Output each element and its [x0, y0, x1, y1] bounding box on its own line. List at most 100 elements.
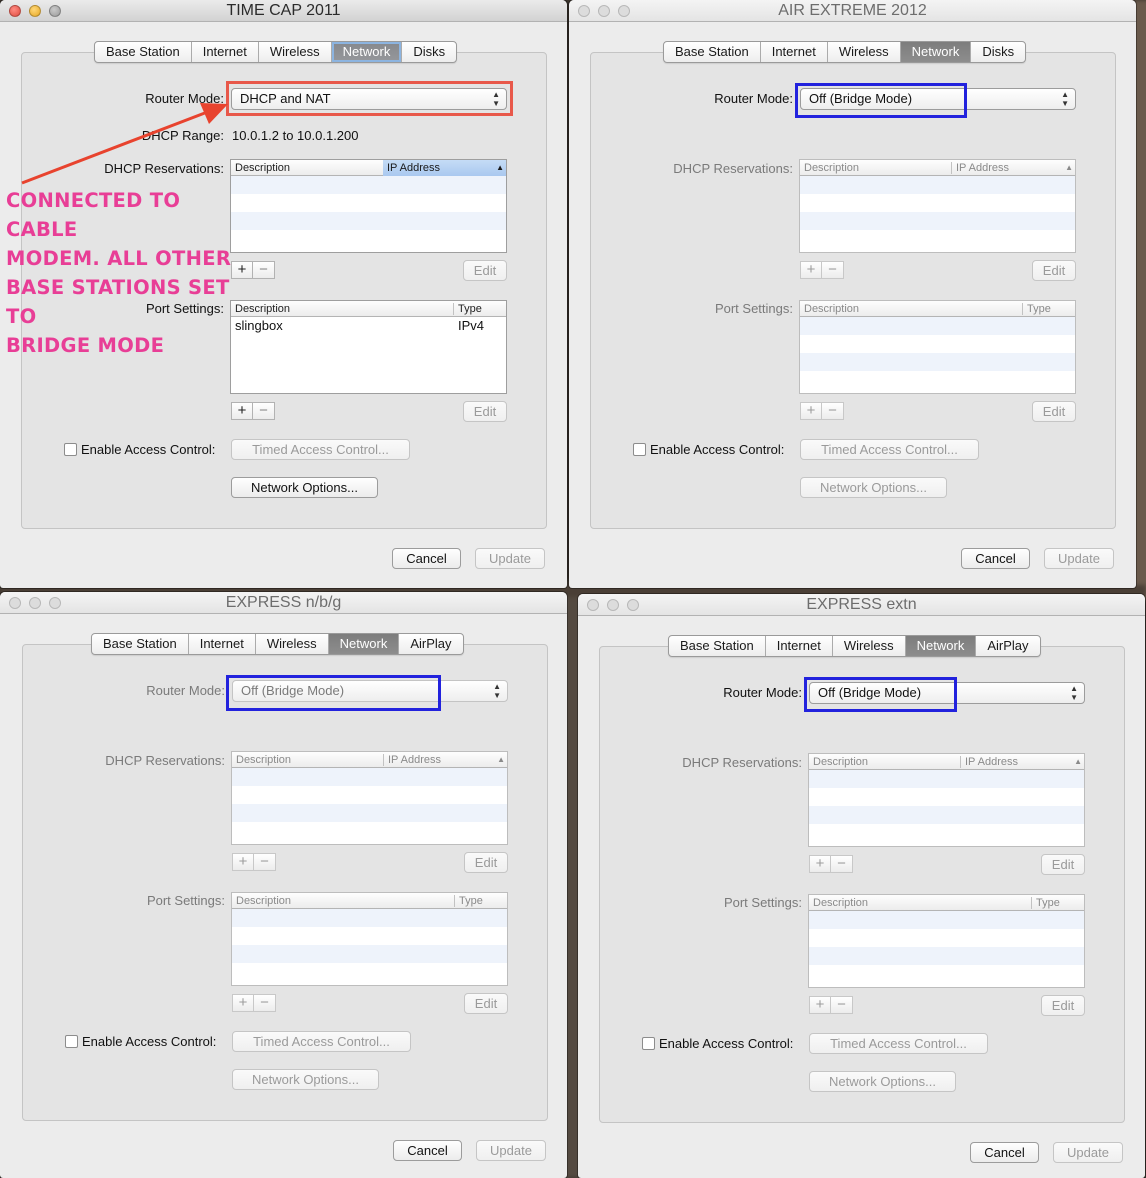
title-bar[interactable]: EXPRESS extn: [578, 594, 1145, 616]
cancel-button[interactable]: Cancel: [961, 548, 1030, 569]
title-bar[interactable]: AIR EXTREME 2012: [569, 0, 1136, 22]
add-button[interactable]: +: [809, 996, 831, 1014]
router-mode-select[interactable]: Off (Bridge Mode) ▲ ▼: [809, 682, 1085, 704]
add-button[interactable]: +: [231, 402, 253, 420]
dhcp-edit-button[interactable]: Edit: [464, 852, 508, 873]
minimize-window-icon[interactable]: [598, 5, 610, 17]
add-button[interactable]: +: [232, 853, 254, 871]
column-header-type[interactable]: Type: [455, 893, 483, 909]
update-button[interactable]: Update: [1053, 1142, 1123, 1163]
add-button[interactable]: +: [232, 994, 254, 1012]
dhcp-reservations-table[interactable]: Description IP Address ▲: [231, 751, 508, 845]
router-mode-select[interactable]: DHCP and NAT ▲ ▼: [231, 88, 507, 110]
close-window-icon[interactable]: [9, 597, 21, 609]
remove-button[interactable]: −: [253, 261, 275, 279]
minimize-window-icon[interactable]: [29, 597, 41, 609]
column-header-description[interactable]: Description: [809, 895, 868, 911]
zoom-window-icon[interactable]: [627, 599, 639, 611]
column-header-description[interactable]: Description: [232, 893, 291, 909]
column-header-ip-address[interactable]: IP Address ▲: [384, 752, 507, 768]
port-edit-button[interactable]: Edit: [464, 993, 508, 1014]
network-options-button[interactable]: Network Options...: [800, 477, 947, 498]
close-window-icon[interactable]: [9, 5, 21, 17]
port-edit-button[interactable]: Edit: [463, 401, 507, 422]
update-button[interactable]: Update: [1044, 548, 1114, 569]
enable-access-control-checkbox[interactable]: [65, 1035, 78, 1048]
tab-network[interactable]: Network: [900, 42, 972, 62]
remove-button[interactable]: −: [822, 261, 844, 279]
update-button[interactable]: Update: [476, 1140, 546, 1161]
network-options-button[interactable]: Network Options...: [232, 1069, 379, 1090]
tab-base-station[interactable]: Base Station: [664, 42, 761, 62]
port-settings-table[interactable]: Description Type: [808, 894, 1085, 988]
tab-network[interactable]: Network: [905, 636, 977, 656]
remove-button[interactable]: −: [254, 853, 276, 871]
column-header-description[interactable]: Description: [809, 754, 868, 770]
dhcp-reservations-table[interactable]: Description IP Address ▲: [230, 159, 507, 253]
port-settings-table[interactable]: Description Type: [231, 892, 508, 986]
cancel-button[interactable]: Cancel: [970, 1142, 1039, 1163]
add-button[interactable]: +: [800, 261, 822, 279]
remove-button[interactable]: −: [831, 855, 853, 873]
port-settings-table[interactable]: Description Type slingbox IPv4: [230, 300, 507, 394]
remove-button[interactable]: −: [831, 996, 853, 1014]
tab-disks[interactable]: Disks: [971, 42, 1025, 62]
dhcp-edit-button[interactable]: Edit: [463, 260, 507, 281]
column-header-ip-address[interactable]: IP Address ▲: [383, 160, 506, 176]
tab-airplay[interactable]: AirPlay: [976, 636, 1039, 656]
router-mode-select[interactable]: Off (Bridge Mode) ▲ ▼: [232, 680, 508, 702]
column-header-type[interactable]: Type: [1023, 301, 1051, 317]
network-options-button[interactable]: Network Options...: [231, 477, 378, 498]
column-header-description[interactable]: Description: [231, 160, 381, 176]
table-row[interactable]: slingbox IPv4: [231, 317, 506, 335]
port-edit-button[interactable]: Edit: [1032, 401, 1076, 422]
tab-internet[interactable]: Internet: [192, 42, 259, 62]
zoom-window-icon[interactable]: [49, 5, 61, 17]
enable-access-control-checkbox[interactable]: [633, 443, 646, 456]
timed-access-control-button[interactable]: Timed Access Control...: [231, 439, 410, 460]
tab-airplay[interactable]: AirPlay: [399, 634, 462, 654]
close-window-icon[interactable]: [587, 599, 599, 611]
cancel-button[interactable]: Cancel: [392, 548, 461, 569]
enable-access-control-checkbox[interactable]: [64, 443, 77, 456]
remove-button[interactable]: −: [253, 402, 275, 420]
column-header-type[interactable]: Type: [454, 301, 482, 317]
remove-button[interactable]: −: [254, 994, 276, 1012]
timed-access-control-button[interactable]: Timed Access Control...: [232, 1031, 411, 1052]
dhcp-edit-button[interactable]: Edit: [1032, 260, 1076, 281]
dhcp-reservations-table[interactable]: Description IP Address ▲: [799, 159, 1076, 253]
column-header-description[interactable]: Description: [231, 301, 290, 317]
column-header-description[interactable]: Description: [232, 752, 291, 768]
close-window-icon[interactable]: [578, 5, 590, 17]
tab-base-station[interactable]: Base Station: [92, 634, 189, 654]
title-bar[interactable]: TIME CAP 2011: [0, 0, 567, 22]
zoom-window-icon[interactable]: [49, 597, 61, 609]
port-settings-table[interactable]: Description Type: [799, 300, 1076, 394]
tab-wireless[interactable]: Wireless: [833, 636, 906, 656]
tab-network[interactable]: Network: [328, 634, 400, 654]
network-options-button[interactable]: Network Options...: [809, 1071, 956, 1092]
timed-access-control-button[interactable]: Timed Access Control...: [809, 1033, 988, 1054]
minimize-window-icon[interactable]: [607, 599, 619, 611]
update-button[interactable]: Update: [475, 548, 545, 569]
column-header-description[interactable]: Description: [800, 160, 859, 176]
zoom-window-icon[interactable]: [618, 5, 630, 17]
dhcp-edit-button[interactable]: Edit: [1041, 854, 1085, 875]
timed-access-control-button[interactable]: Timed Access Control...: [800, 439, 979, 460]
column-header-ip-address[interactable]: IP Address ▲: [961, 754, 1084, 770]
minimize-window-icon[interactable]: [29, 5, 41, 17]
add-button[interactable]: +: [809, 855, 831, 873]
router-mode-select[interactable]: Off (Bridge Mode) ▲ ▼: [800, 88, 1076, 110]
tab-base-station[interactable]: Base Station: [669, 636, 766, 656]
column-header-type[interactable]: Type: [1032, 895, 1060, 911]
tab-wireless[interactable]: Wireless: [256, 634, 329, 654]
enable-access-control-checkbox[interactable]: [642, 1037, 655, 1050]
remove-button[interactable]: −: [822, 402, 844, 420]
tab-base-station[interactable]: Base Station: [95, 42, 192, 62]
column-header-ip-address[interactable]: IP Address ▲: [952, 160, 1075, 176]
tab-network[interactable]: Network: [331, 42, 403, 62]
tab-internet[interactable]: Internet: [766, 636, 833, 656]
tab-internet[interactable]: Internet: [761, 42, 828, 62]
tab-disks[interactable]: Disks: [402, 42, 456, 62]
add-button[interactable]: +: [800, 402, 822, 420]
